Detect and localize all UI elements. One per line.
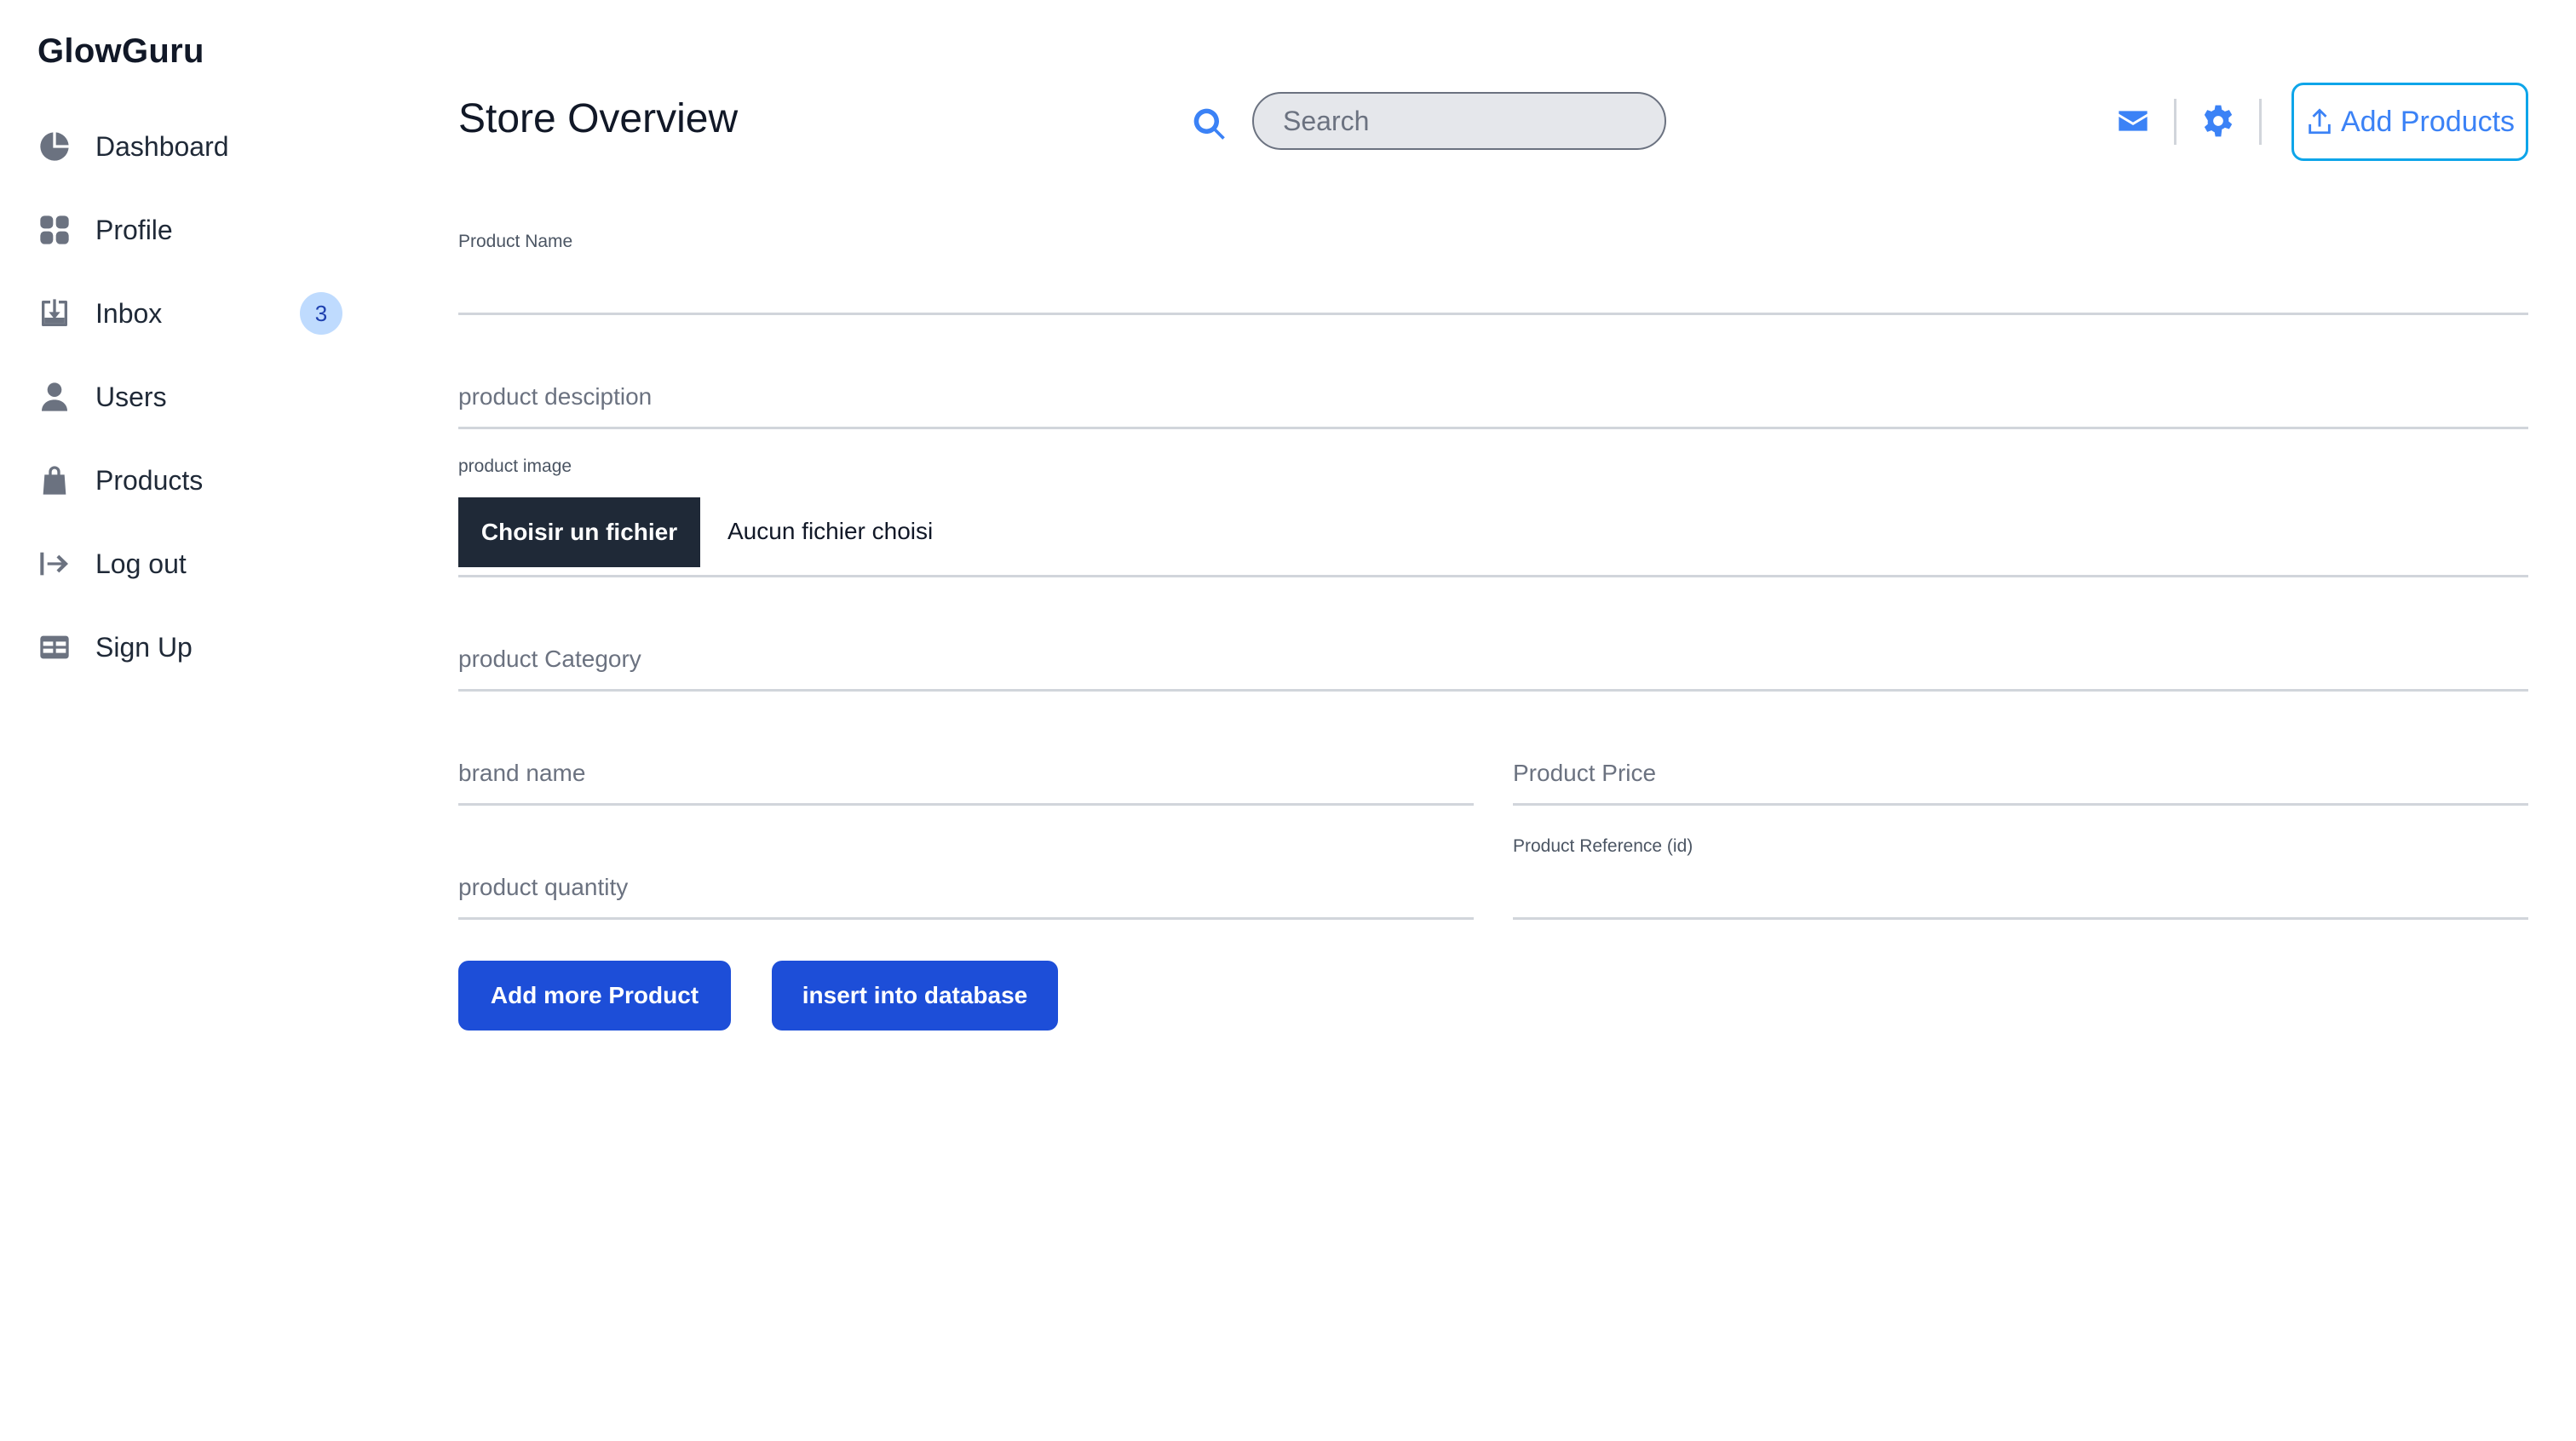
page-title: Store Overview [458, 96, 739, 141]
product-name-label: Product Name [458, 232, 573, 251]
product-category-placeholder: product Category [458, 646, 641, 672]
sidebar-item-inbox[interactable]: Inbox 3 [37, 288, 344, 339]
sidebar-item-products[interactable]: Products [37, 455, 344, 506]
sidebar-item-label: Log out [95, 548, 187, 579]
search-icon[interactable] [1191, 106, 1228, 143]
sidebar-item-dashboard[interactable]: Dashboard [37, 121, 344, 172]
sidebar-item-logout[interactable]: Log out [37, 538, 344, 589]
header-divider [2259, 99, 2262, 145]
header-divider [2174, 99, 2176, 145]
product-description-field[interactable]: product desciption [458, 375, 2528, 429]
product-quantity-field[interactable]: product quantity [458, 865, 1474, 920]
sidebar-item-label: Products [95, 464, 204, 496]
inbox-count-badge: 3 [300, 292, 342, 335]
pie-chart-icon [37, 129, 72, 164]
sidebar-item-users[interactable]: Users [37, 371, 344, 422]
sidebar-item-label: Users [95, 381, 167, 412]
file-status-text: Aucun fichier choisi [727, 518, 934, 544]
product-name-field[interactable]: Product Name [458, 221, 2528, 315]
brand-logo: GlowGuru [37, 32, 204, 70]
product-image-label: product image [458, 456, 572, 476]
add-products-label: Add Products [2340, 105, 2516, 138]
inbox-download-icon [37, 296, 72, 330]
add-more-product-button[interactable]: Add more Product [458, 961, 731, 1031]
choose-file-button[interactable]: Choisir un fichier [458, 497, 700, 567]
product-quantity-placeholder: product quantity [458, 874, 629, 900]
user-icon [37, 380, 72, 414]
product-price-placeholder: Product Price [1513, 760, 1657, 786]
product-reference-label: Product Reference (id) [1513, 836, 1693, 856]
id-card-icon [37, 630, 72, 664]
product-image-field: product image Choisir un fichier Aucun f… [458, 455, 2528, 577]
product-reference-field[interactable]: Product Reference (id) [1513, 826, 2528, 920]
product-category-field[interactable]: product Category [458, 637, 2528, 692]
insert-into-database-button[interactable]: insert into database [772, 961, 1058, 1031]
sidebar-item-label: Inbox [95, 297, 163, 329]
sidebar-item-label: Sign Up [95, 631, 193, 663]
sidebar: GlowGuru Dashboard Profile Inbox 3 Users… [0, 0, 392, 1441]
brand-name-placeholder: brand name [458, 760, 586, 786]
product-price-field[interactable]: Product Price [1513, 751, 2528, 806]
upload-icon [2309, 108, 2331, 135]
sidebar-item-profile[interactable]: Profile [37, 204, 344, 255]
shopping-bag-icon [37, 463, 72, 497]
search-input[interactable] [1252, 92, 1666, 150]
sidebar-item-signup[interactable]: Sign Up [37, 622, 344, 673]
sidebar-item-label: Profile [95, 214, 173, 245]
logout-arrow-icon [37, 547, 72, 581]
grid-icon [37, 213, 72, 247]
sidebar-item-label: Dashboard [95, 130, 229, 162]
brand-name-field[interactable]: brand name [458, 751, 1474, 806]
product-description-placeholder: product desciption [458, 383, 653, 410]
add-products-button[interactable]: Add Products [2291, 83, 2528, 161]
gear-icon[interactable] [2201, 104, 2235, 138]
envelope-icon[interactable] [2116, 104, 2150, 138]
